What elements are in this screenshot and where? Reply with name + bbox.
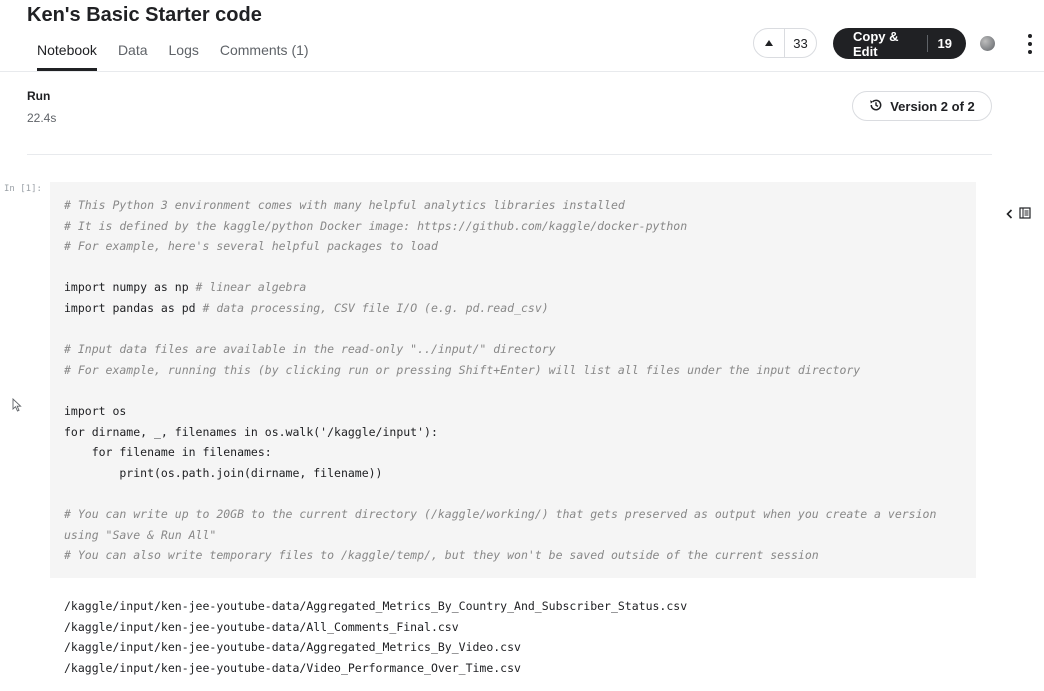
code-line: # You can also write temporary files to … <box>64 548 819 563</box>
vote-count: 33 <box>793 35 808 51</box>
tab-comments[interactable]: Comments (1) <box>220 42 309 71</box>
copy-and-edit-label: Copy & Edit <box>853 28 899 59</box>
code-line: # You can write up to 20GB to the curren… <box>64 506 937 521</box>
output-line: /kaggle/input/ken-jee-youtube-data/All_C… <box>64 619 459 634</box>
mouse-cursor-icon <box>12 397 22 417</box>
code-text: import numpy as np <box>64 280 189 295</box>
tab-logs[interactable]: Logs <box>169 42 199 71</box>
code-line: import pandas as pd # data processing, C… <box>64 298 976 319</box>
code-line: # It is defined by the kaggle/python Doc… <box>64 218 688 233</box>
run-label: Run <box>27 89 51 103</box>
notebook-title: Ken's Basic Starter code <box>27 4 262 26</box>
header-divider <box>0 71 1044 72</box>
code-text: import pandas as pd <box>64 300 196 315</box>
tab-notebook[interactable]: Notebook <box>37 42 97 71</box>
code-line: import numpy as np # linear algebra <box>64 277 976 298</box>
code-line: # Input data files are available in the … <box>64 342 556 357</box>
code-line: print(os.path.join(dirname, filename)) <box>64 465 383 480</box>
upvote-button[interactable]: 33 <box>753 28 817 58</box>
toggle-sidebar-button[interactable] <box>1006 206 1031 224</box>
code-line: # For example, here's several helpful pa… <box>64 239 438 254</box>
code-line: import os <box>64 403 127 418</box>
output-line: /kaggle/input/ken-jee-youtube-data/Aggre… <box>64 640 521 655</box>
table-of-contents-icon <box>1019 206 1031 224</box>
version-label: Version 2 of 2 <box>890 98 975 114</box>
copy-button-separator <box>926 35 928 52</box>
code-comment: # linear algebra <box>188 280 307 295</box>
version-button[interactable]: Version 2 of 2 <box>852 91 992 121</box>
code-line: # For example, running this (by clicking… <box>64 362 861 377</box>
code-comment: # data processing, CSV file I/O (e.g. pd… <box>195 300 549 315</box>
output-line: /kaggle/input/ken-jee-youtube-data/Video… <box>64 660 521 675</box>
cell-output: /kaggle/input/ken-jee-youtube-data/Aggre… <box>64 596 687 678</box>
code-cell[interactable]: # This Python 3 environment comes with m… <box>50 182 976 578</box>
tab-data[interactable]: Data <box>118 42 148 71</box>
more-options-icon[interactable] <box>1024 34 1036 54</box>
notebook-tabs: Notebook Data Logs Comments (1) <box>37 42 330 71</box>
output-line: /kaggle/input/ken-jee-youtube-data/Aggre… <box>64 599 688 613</box>
upvote-arrow-icon[interactable] <box>754 29 785 57</box>
cell-prompt: In [1]: <box>4 184 42 194</box>
code-line: for filename in filenames: <box>64 445 272 460</box>
code-line: # This Python 3 environment comes with m… <box>64 198 625 212</box>
run-time: 22.4s <box>27 111 57 125</box>
code-line: for dirname, _, filenames in os.walk('/k… <box>64 424 438 439</box>
copy-and-edit-button[interactable]: Copy & Edit 19 <box>833 28 966 59</box>
chevron-left-icon <box>1006 206 1013 224</box>
section-divider <box>27 154 992 155</box>
avatar[interactable] <box>980 36 995 51</box>
copy-count: 19 <box>937 36 952 51</box>
code-line: using "Save & Run All" <box>64 527 217 542</box>
history-icon <box>869 98 883 115</box>
